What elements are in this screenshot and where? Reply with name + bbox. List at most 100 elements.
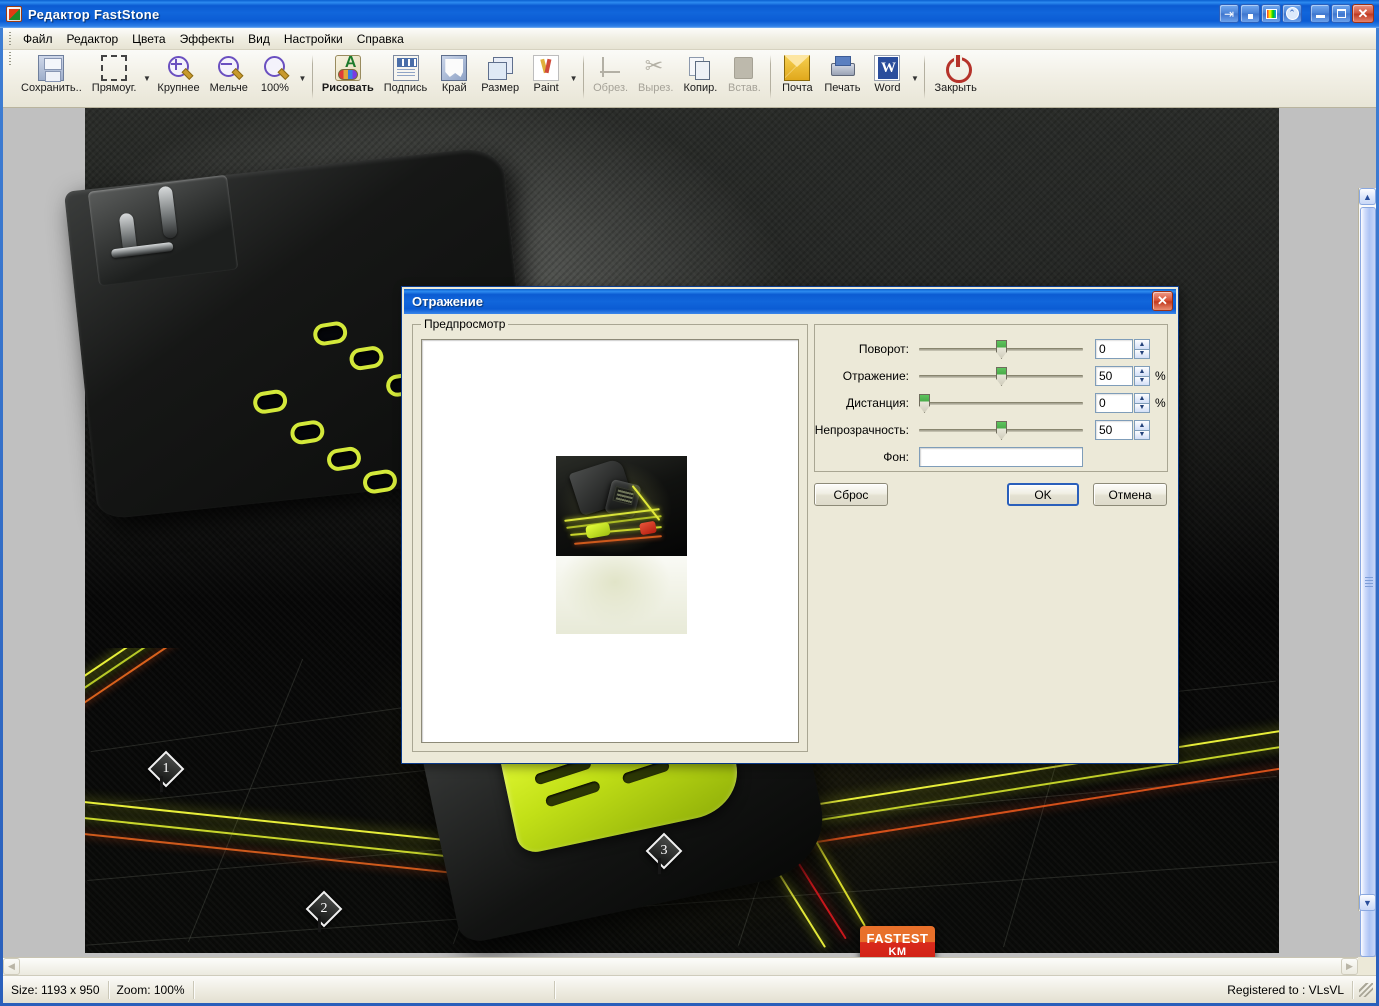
toolbar-button-draw[interactable]: Рисовать <box>317 52 379 104</box>
ok-button[interactable]: OK <box>1007 483 1079 506</box>
scroll-down-arrow-icon[interactable]: ▼ <box>1359 894 1376 911</box>
rotate-slider[interactable] <box>919 339 1083 359</box>
toolbar-button-copy[interactable]: Копир. <box>678 52 722 104</box>
menu-item-effects[interactable]: Эффекты <box>173 29 242 49</box>
slider-knob[interactable] <box>996 340 1007 359</box>
distance-slider[interactable] <box>919 393 1083 413</box>
toolbar-button-mail[interactable]: Почта <box>775 52 819 104</box>
spinner-up-icon[interactable]: ▲ <box>1134 339 1150 350</box>
spinner-down-icon[interactable]: ▼ <box>1134 403 1150 413</box>
toolbar-button-edge[interactable]: Край <box>432 52 476 104</box>
distance-spinner[interactable]: ▲ ▼ <box>1134 393 1150 413</box>
paste-icon <box>731 55 757 81</box>
toolbar-label: Word <box>874 82 901 94</box>
reflection-spinner[interactable]: ▲ ▼ <box>1134 366 1150 386</box>
reflection-input[interactable]: 50 <box>1095 366 1133 386</box>
scroll-up-arrow-icon[interactable]: ▲ <box>1359 188 1376 205</box>
caption-icon <box>392 55 419 81</box>
collapse-button[interactable]: ⌃ <box>1282 4 1302 23</box>
vertical-scrollbar-thumb[interactable] <box>1360 207 1376 957</box>
save-icon <box>38 55 65 82</box>
minimize-button[interactable] <box>1310 4 1330 23</box>
distance-input[interactable]: 0 <box>1095 393 1133 413</box>
background-label: Фон: <box>883 450 909 464</box>
toolbar-label: Печать <box>824 82 861 94</box>
window-title: Редактор FastStone <box>28 6 160 22</box>
slider-knob[interactable] <box>996 421 1007 440</box>
chevron-down-icon[interactable]: ▼ <box>297 52 308 104</box>
opacity-input[interactable]: 50 <box>1095 420 1133 440</box>
slider-knob[interactable] <box>919 394 930 413</box>
rotate-input[interactable]: 0 <box>1095 339 1133 359</box>
toolbar-label: Обрез. <box>593 82 629 94</box>
control-row-distance: Дистанция: 0 ▲ ▼ % <box>815 391 1167 415</box>
color-button[interactable] <box>1261 4 1281 23</box>
toolbar-button-zoom-in[interactable]: Крупнее <box>152 52 204 104</box>
menu-item-file[interactable]: Файл <box>16 29 60 49</box>
pin-button[interactable]: ⇥ <box>1219 4 1239 23</box>
spinner-up-icon[interactable]: ▲ <box>1134 420 1150 431</box>
close-button[interactable]: ✕ <box>1352 4 1374 23</box>
cancel-button[interactable]: Отмена <box>1093 483 1167 506</box>
rotate-label: Поворот: <box>858 342 909 356</box>
dialog-close-button[interactable]: ✕ <box>1152 291 1173 311</box>
toolbar-button-zoom-100[interactable]: 100% <box>253 52 297 104</box>
thumb-track <box>564 485 676 550</box>
chevron-down-icon[interactable]: ▼ <box>568 52 579 104</box>
spinner-up-icon[interactable]: ▲ <box>1134 366 1150 377</box>
reset-button[interactable]: Сброс <box>814 483 888 506</box>
photo-fastest-km-callout: FASTEST KM <box>860 926 935 957</box>
distance-unit: % <box>1155 396 1166 410</box>
slider-knob[interactable] <box>996 367 1007 386</box>
reflection-slider[interactable] <box>919 366 1083 386</box>
toolbar-button-caption[interactable]: Подпись <box>379 52 433 104</box>
horizontal-scrollbar[interactable]: ◀ ▶ <box>3 957 1358 975</box>
marker-label: 2 <box>320 901 328 916</box>
toolbar-label: Сохранить.. <box>21 82 82 94</box>
toolbar-button-zoom-out[interactable]: Мельче <box>205 52 253 104</box>
toolbar-button-print[interactable]: Печать <box>819 52 865 104</box>
menu-item-colors[interactable]: Цвета <box>125 29 172 49</box>
background-color-swatch[interactable] <box>919 447 1083 467</box>
scroll-left-arrow-icon[interactable]: ◀ <box>3 958 20 975</box>
menu-item-editor[interactable]: Редактор <box>60 29 126 49</box>
maximize-button[interactable] <box>1331 4 1351 23</box>
toolbar-label: Подпись <box>383 82 428 94</box>
reflection-label: Отражение: <box>842 369 909 383</box>
toolbar-button-resize[interactable]: Размер <box>476 52 524 104</box>
menu-item-settings[interactable]: Настройки <box>277 29 350 49</box>
resize-grip-icon[interactable] <box>1359 982 1373 997</box>
menu-drag-grip[interactable] <box>6 30 14 48</box>
toolbar-separator <box>311 55 313 99</box>
scroll-right-arrow-icon[interactable]: ▶ <box>1341 958 1358 975</box>
spinner-down-icon[interactable]: ▼ <box>1134 376 1150 386</box>
toolbar-label: Рисовать <box>321 82 374 94</box>
vertical-scrollbar[interactable]: ▲ ▼ <box>1358 188 1376 957</box>
chevron-down-icon[interactable]: ▼ <box>141 52 152 104</box>
opacity-slider[interactable] <box>919 420 1083 440</box>
spinner-down-icon[interactable]: ▼ <box>1134 430 1150 440</box>
chevron-down-icon[interactable]: ▼ <box>909 52 920 104</box>
menu-item-help[interactable]: Справка <box>350 29 411 49</box>
toolbar-button-paint[interactable]: Paint <box>524 52 568 104</box>
word-icon <box>874 55 901 81</box>
restore-small-button[interactable] <box>1240 4 1260 23</box>
toolbar-label: Мельче <box>209 82 248 94</box>
toolbar-button-rectangle-select[interactable]: Прямоуг. <box>87 52 142 104</box>
menu-item-view[interactable]: Вид <box>241 29 277 49</box>
spinner-down-icon[interactable]: ▼ <box>1134 349 1150 359</box>
toolbar-button-word[interactable]: Word <box>865 52 909 104</box>
toolbar-label: Копир. <box>683 82 718 94</box>
slider-rail <box>919 402 1083 405</box>
preview-canvas <box>421 339 799 743</box>
control-row-background: Фон: <box>815 445 1167 469</box>
spinner-up-icon[interactable]: ▲ <box>1134 393 1150 404</box>
opacity-spinner[interactable]: ▲ ▼ <box>1134 420 1150 440</box>
rotate-spinner[interactable]: ▲ ▼ <box>1134 339 1150 359</box>
marker-label: 3 <box>660 843 668 858</box>
toolbar-drag-grip[interactable] <box>6 50 14 68</box>
toolbar-button-save[interactable]: Сохранить.. <box>16 52 87 104</box>
toolbar-button-close[interactable]: Закрыть <box>929 52 981 104</box>
status-divider <box>553 980 555 999</box>
marker-label: 1 <box>162 761 170 776</box>
